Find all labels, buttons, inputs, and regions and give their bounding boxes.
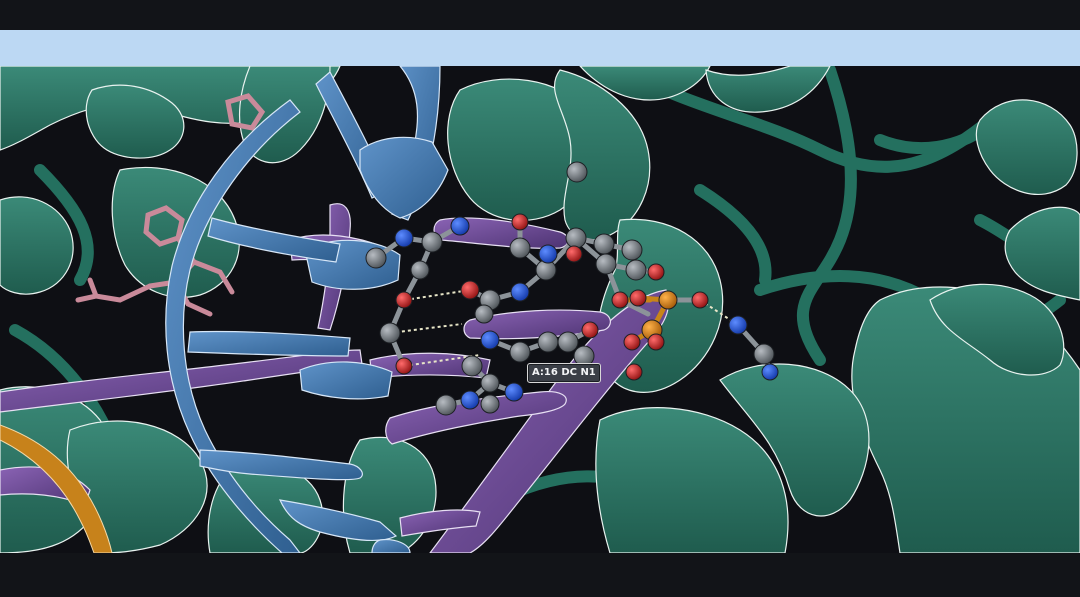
molecular-3d-viewport[interactable]: A:16 DC N1 [0, 66, 1080, 553]
structure-render[interactable] [0, 66, 1080, 553]
bottom-band [0, 553, 1080, 597]
viewer-header-bar [0, 30, 1080, 66]
atom-hover-label: A:16 DC N1 [527, 363, 601, 383]
top-band [0, 0, 1080, 30]
